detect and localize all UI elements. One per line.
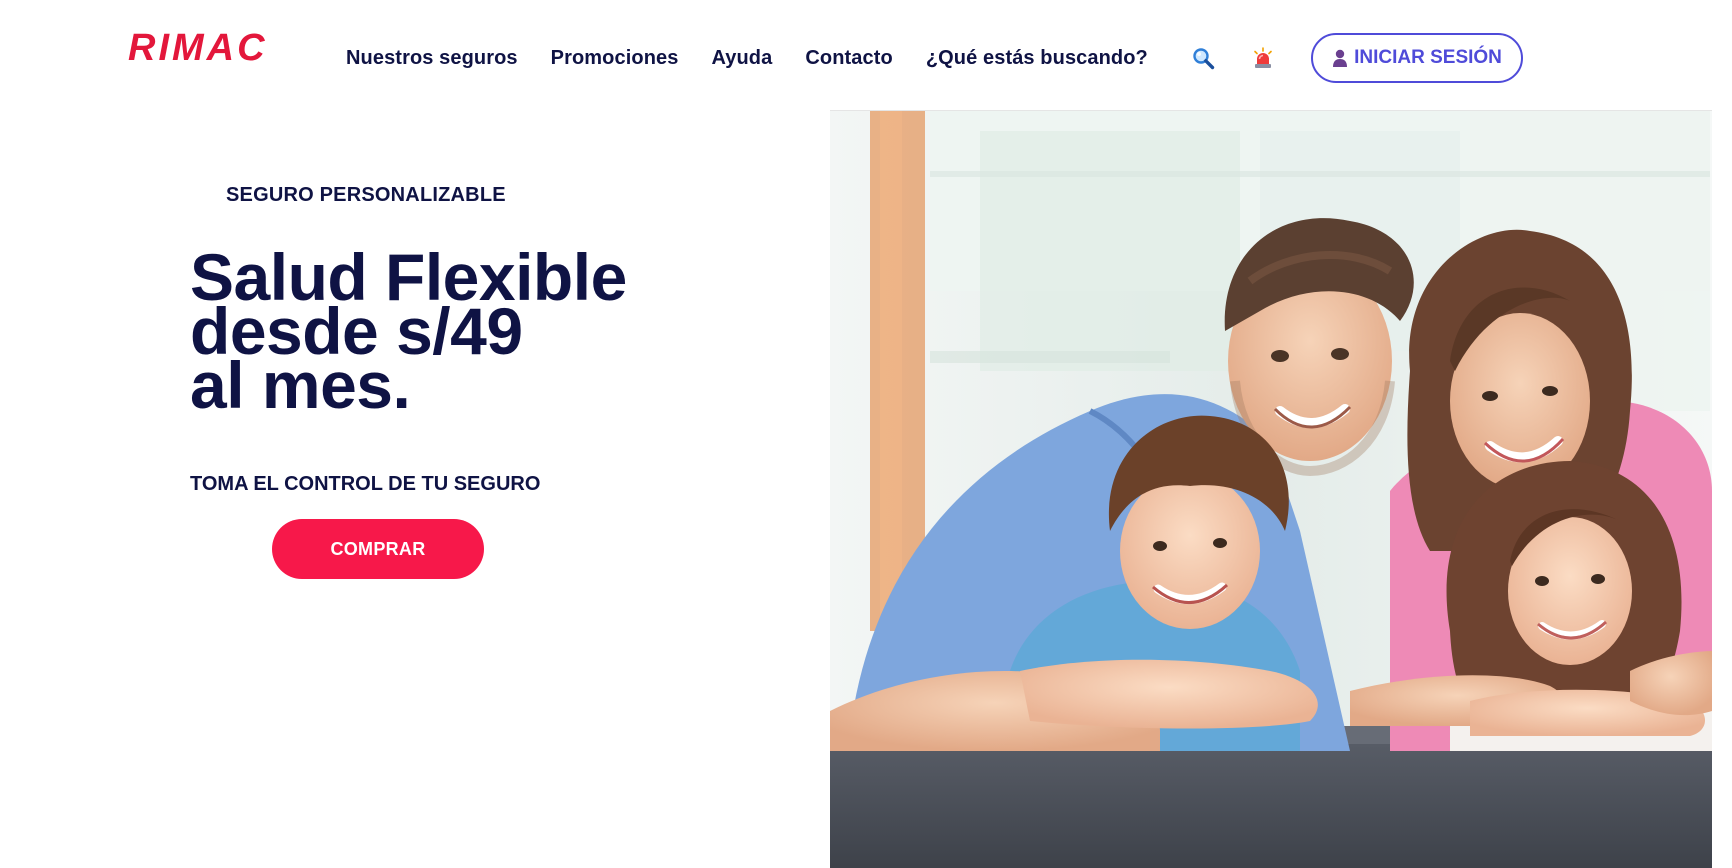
hero-subtitle: TOMA EL CONTROL DE TU SEGURO: [190, 473, 541, 495]
login-button[interactable]: INICIAR SESIÓN: [1311, 33, 1523, 83]
family-photo: [830, 110, 1712, 868]
hero-title: Salud Flexible desde s/49 al mes.: [190, 244, 750, 418]
buy-button[interactable]: COMPRAR: [272, 519, 484, 579]
user-icon: [1332, 49, 1348, 67]
siren-icon[interactable]: [1251, 47, 1275, 71]
nav-item-search-prompt[interactable]: ¿Qué estás buscando?: [926, 47, 1148, 70]
main-nav: Nuestros seguros Promociones Ayuda Conta…: [346, 44, 1148, 72]
login-button-label: INICIAR SESIÓN: [1354, 47, 1502, 68]
nav-item-contacto[interactable]: Contacto: [805, 47, 892, 70]
search-icon[interactable]: [1192, 47, 1216, 71]
page: RIMAC Nuestros seguros Promociones Ayuda…: [0, 0, 1732, 868]
nav-item-ayuda[interactable]: Ayuda: [711, 47, 772, 70]
nav-item-nuestros-seguros[interactable]: Nuestros seguros: [346, 47, 518, 70]
hero-eyebrow: SEGURO PERSONALIZABLE: [226, 184, 506, 206]
nav-item-promociones[interactable]: Promociones: [551, 47, 679, 70]
rimac-logo[interactable]: RIMAC: [128, 24, 288, 68]
svg-text:RIMAC: RIMAC: [128, 27, 268, 68]
